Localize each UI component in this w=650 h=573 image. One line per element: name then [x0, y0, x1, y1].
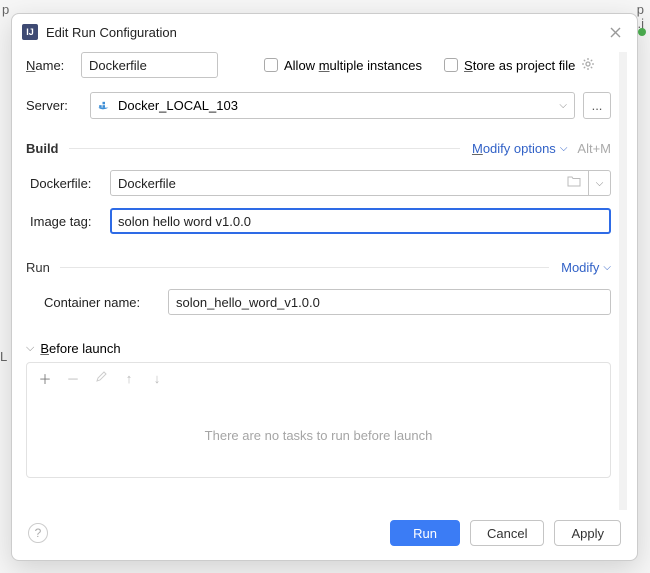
dialog-content: Name: Allow multiple instances Store as … [12, 52, 637, 510]
divider [60, 267, 549, 268]
folder-icon[interactable] [567, 175, 581, 190]
run-section-title: Run [26, 260, 50, 275]
store-project-checkbox[interactable]: Store as project file [444, 58, 575, 73]
build-section-title: Build [26, 141, 59, 156]
dockerfile-input[interactable] [110, 170, 589, 196]
bg-char: p [2, 2, 9, 17]
checkbox-icon [444, 58, 458, 72]
server-value: Docker_LOCAL_103 [118, 98, 559, 113]
server-row: Server: Docker_LOCAL_103 ⌵ ... [26, 92, 611, 119]
container-name-row: Container name: [26, 289, 611, 315]
image-tag-label: Image tag: [30, 214, 110, 229]
docker-icon [98, 101, 112, 111]
image-tag-input[interactable] [110, 208, 611, 234]
remove-task-button: － [65, 369, 81, 388]
run-button[interactable]: Run [390, 520, 460, 546]
dialog-title: Edit Run Configuration [46, 25, 605, 40]
before-launch-tasks: ＋ － ↑ ↓ There are no tasks to run before… [26, 362, 611, 478]
modify-options-link[interactable]: Modify options ⌵ [472, 141, 567, 156]
dockerfile-dropdown[interactable]: ⌵ [589, 170, 611, 196]
chevron-down-icon: ⌵ [596, 178, 604, 189]
dockerfile-row: Dockerfile: ⌵ [26, 170, 611, 196]
modify-run-link[interactable]: Modify ⌵ [561, 260, 611, 275]
server-more-button[interactable]: ... [583, 92, 611, 119]
chevron-down-icon: ⌵ [560, 143, 568, 154]
build-section: Build Modify options ⌵ Alt+M Dockerfile:… [26, 141, 611, 234]
add-task-button[interactable]: ＋ [37, 369, 53, 388]
gear-icon[interactable] [581, 57, 595, 74]
allow-multiple-checkbox[interactable]: Allow multiple instances [264, 58, 422, 73]
server-select[interactable]: Docker_LOCAL_103 ⌵ [90, 92, 575, 119]
close-icon [610, 27, 621, 38]
chevron-down-icon: ⌵ [26, 342, 34, 355]
chevron-down-icon: ⌵ [559, 100, 567, 111]
help-button[interactable]: ? [28, 523, 48, 543]
container-name-label: Container name: [44, 295, 168, 310]
allow-multiple-label: Allow multiple instances [284, 58, 422, 73]
dockerfile-label: Dockerfile: [30, 176, 110, 191]
status-dot-icon [638, 28, 646, 36]
name-label: Name: [26, 58, 81, 73]
checkbox-icon [264, 58, 278, 72]
intellij-icon: IJ [22, 24, 38, 40]
task-toolbar: ＋ － ↑ ↓ [27, 363, 610, 394]
name-row: Name: Allow multiple instances Store as … [26, 52, 611, 78]
image-tag-row: Image tag: [26, 208, 611, 234]
edit-run-config-dialog: IJ Edit Run Configuration Name: Allow mu… [11, 13, 638, 561]
before-launch-toggle[interactable]: ⌵ Before launch [26, 341, 611, 356]
apply-button[interactable]: Apply [554, 520, 621, 546]
tasks-empty-message: There are no tasks to run before launch [27, 394, 610, 477]
before-launch-title: Before launch [40, 341, 120, 356]
divider [69, 148, 460, 149]
close-button[interactable] [605, 22, 625, 42]
store-project-label: Store as project file [464, 58, 575, 73]
move-up-button: ↑ [121, 371, 137, 386]
name-input[interactable] [81, 52, 218, 78]
run-section: Run Modify ⌵ Container name: [26, 260, 611, 315]
bg-char: p [637, 2, 644, 17]
chevron-down-icon: ⌵ [603, 262, 611, 273]
move-down-button: ↓ [149, 371, 165, 386]
dialog-header: IJ Edit Run Configuration [12, 14, 637, 52]
dialog-footer: ? Run Cancel Apply [12, 510, 637, 560]
bg-char: L [0, 349, 7, 364]
edit-task-button [93, 371, 109, 386]
shortcut-hint: Alt+M [577, 141, 611, 156]
server-label: Server: [26, 98, 90, 113]
container-name-input[interactable] [168, 289, 611, 315]
cancel-button[interactable]: Cancel [470, 520, 544, 546]
